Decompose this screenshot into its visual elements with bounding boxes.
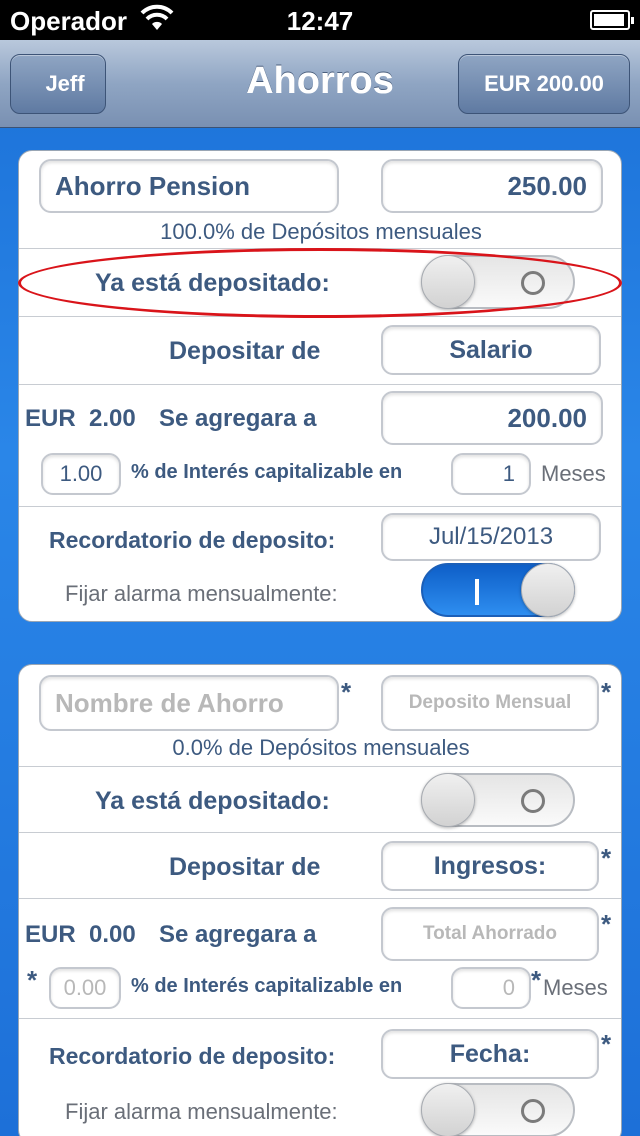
interest-row: EUR 0.00 Se agregara a Total Ahorrado * … [19,899,621,1019]
months-field[interactable]: 0 [451,967,531,1009]
reminder-date-field[interactable]: Fecha: [381,1029,599,1079]
savings-name-field[interactable]: Nombre de Ahorro [39,675,339,731]
name-row: Nombre de Ahorro * Deposito Mensual * 0.… [19,665,621,767]
required-mark: * [601,909,612,939]
alarm-toggle[interactable] [421,563,575,617]
currency-amount-label: EUR 0.00 [25,921,136,948]
added-to-field[interactable]: Total Ahorrado [381,907,599,961]
name-row: Ahorro Pension 250.00 100.0% de Depósito… [19,151,621,249]
deposited-toggle[interactable] [421,773,575,827]
deposited-row: Ya está depositado: [19,767,621,833]
reminder-date-field[interactable]: Jul/15/2013 [381,513,601,561]
reminder-row: Recordatorio de deposito: Jul/15/2013 Fi… [19,507,621,621]
months-field[interactable]: 1 [451,453,531,495]
deposit-from-label: Depositar de [169,337,321,365]
added-to-field[interactable]: 200.00 [381,391,603,445]
alarm-toggle[interactable] [421,1083,575,1136]
deposit-from-row: Depositar de Ingresos: * [19,833,621,899]
alarm-label: Fijar alarma mensualmente: [65,581,338,606]
savings-name-field[interactable]: Ahorro Pension [39,159,339,213]
battery-icon [590,10,634,30]
navigation-bar: Jeff Ahorros EUR 200.00 [0,40,640,128]
savings-card-1: Ahorro Pension 250.00 100.0% de Depósito… [18,150,622,622]
monthly-amount-field[interactable]: 250.00 [381,159,603,213]
alarm-label: Fijar alarma mensualmente: [65,1099,338,1124]
savings-card-2: Nombre de Ahorro * Deposito Mensual * 0.… [18,664,622,1136]
reminder-row: Recordatorio de deposito: Fecha: * Fijar… [19,1019,621,1136]
added-to-label: Se agregara a [159,921,317,948]
deposit-from-label: Depositar de [169,853,321,881]
reminder-label: Recordatorio de deposito: [49,527,336,553]
interest-row: EUR 2.00 Se agregara a 200.00 1.00 % de … [19,385,621,507]
currency-amount-label: EUR 2.00 [25,405,136,432]
balance-button[interactable]: EUR 200.00 [458,54,630,114]
required-mark: * [601,677,612,707]
interest-rate-field[interactable]: 1.00 [41,453,121,495]
required-mark: * [341,677,352,707]
interest-rate-field[interactable]: 0.00 [49,967,121,1009]
highlight-annotation [18,248,622,318]
required-mark: * [601,1029,612,1059]
interest-label: % de Interés capitalizable en [131,461,403,483]
months-label: Meses [541,461,606,486]
added-to-label: Se agregara a [159,405,317,432]
interest-label: % de Interés capitalizable en [131,975,403,997]
required-mark: * [27,965,38,995]
deposit-from-row: Depositar de Salario [19,317,621,385]
deposit-from-select[interactable]: Ingresos: [381,841,599,891]
monthly-amount-field[interactable]: Deposito Mensual [381,675,599,731]
status-bar: Operador 12:47 [0,0,640,40]
required-mark: * [601,843,612,873]
deposited-label: Ya está depositado: [95,787,330,815]
percent-of-deposits-label: 100.0% de Depósitos mensuales [160,219,482,244]
deposit-from-select[interactable]: Salario [381,325,601,375]
clock: 12:47 [286,6,354,36]
required-mark: * [531,965,542,995]
months-label: Meses [543,975,608,1000]
percent-of-deposits-label: 0.0% de Depósitos mensuales [172,735,470,760]
reminder-label: Recordatorio de deposito: [49,1043,336,1069]
